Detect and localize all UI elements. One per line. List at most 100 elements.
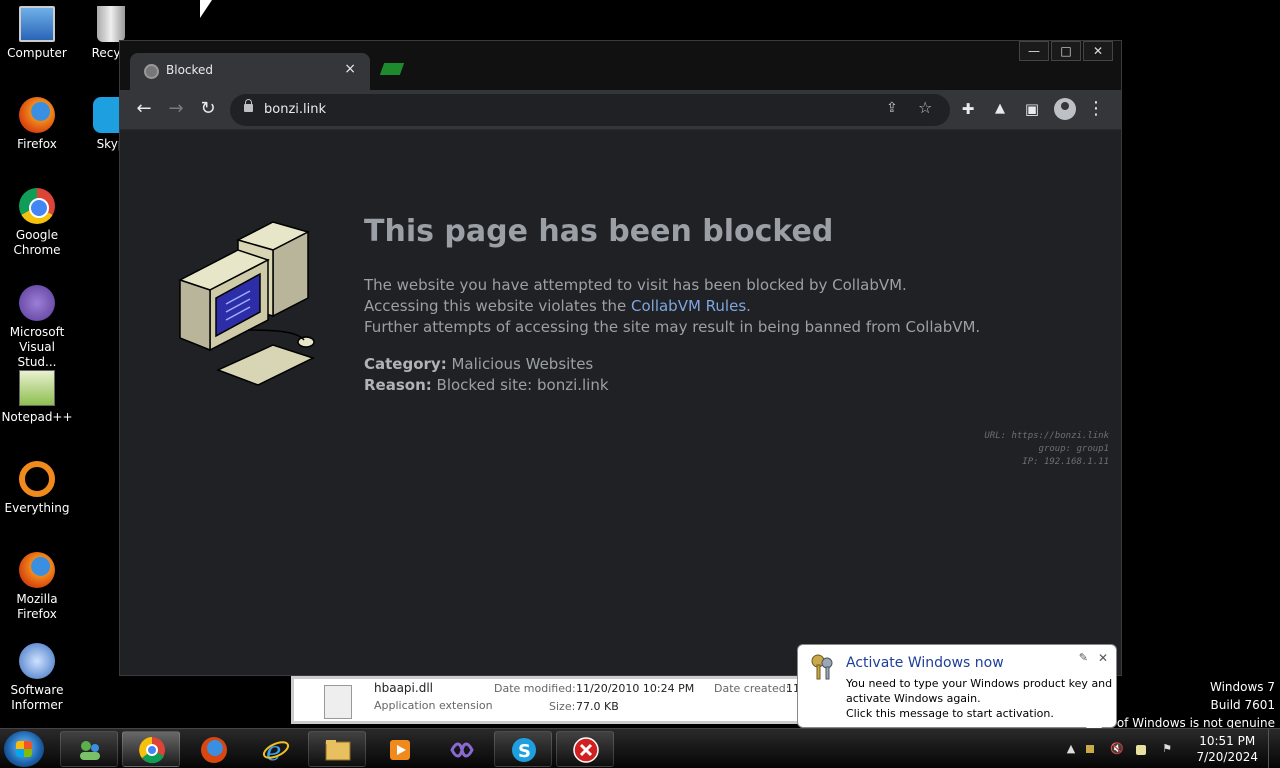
balloon-title: Activate Windows now <box>846 655 1004 671</box>
block-details: Category: Malicious Websites Reason: Blo… <box>364 354 609 396</box>
visual-studio-icon <box>19 285 55 321</box>
url-text: bonzi.link <box>264 102 327 117</box>
debug-url: URL: https://bonzi.link <box>984 431 1109 441</box>
balloon-close-button[interactable]: ✕ <box>1098 651 1108 665</box>
explanation-line-2-text: Accessing this website violates the <box>364 297 631 315</box>
minimize-button[interactable]: — <box>1019 41 1049 61</box>
desktop-icon-label: Firefox <box>17 137 57 151</box>
share-icon[interactable]: ⇪ <box>886 100 898 116</box>
page-title: This page has been blocked <box>364 214 834 249</box>
maximize-button[interactable]: □ <box>1051 41 1081 61</box>
balloon-options-icon[interactable]: ✎ <box>1079 651 1088 664</box>
show-hidden-icons-icon[interactable]: ▲ <box>1064 742 1078 756</box>
volume-muted-icon[interactable]: 🔇 <box>1110 742 1124 756</box>
address-bar[interactable]: bonzi.link ⇪ ☆ <box>230 94 950 126</box>
chrome-icon <box>139 737 165 764</box>
size-value: 77.0 KB <box>576 700 619 713</box>
reason-label: Reason: <box>364 376 432 394</box>
back-button[interactable]: ← <box>132 98 156 122</box>
explanation-line-2: Accessing this website violates the Coll… <box>364 296 980 317</box>
category-row: Category: Malicious Websites <box>364 354 609 375</box>
network-icon[interactable] <box>1136 745 1146 755</box>
window-controls: — □ ✕ <box>1017 41 1113 61</box>
reason-row: Reason: Blocked site: bonzi.link <box>364 375 609 396</box>
explanation-line-2-end: . <box>746 297 751 315</box>
desktop-icon-computer[interactable]: Computer <box>0 6 74 61</box>
tab-close-button[interactable]: × <box>344 61 356 77</box>
watermark-line-1: Windows 7 <box>1209 680 1275 694</box>
close-window-button[interactable]: ✕ <box>1083 41 1113 61</box>
desktop-icon-label: Software Informer <box>10 683 64 712</box>
system-tray: ▲ 🔇 ⚑ 10:51 PM 7/20/2024 <box>1060 729 1280 768</box>
clock-date: 7/20/2024 <box>1196 750 1258 764</box>
desktop-icon-firefox[interactable]: Firefox <box>0 97 74 152</box>
tab-strip: Blocked × — □ ✕ <box>120 41 1121 90</box>
desktop-icon-label: Microsoft Visual Stud... <box>9 325 65 369</box>
balloon-body-line-2: Click this message to start activation. <box>846 707 1054 720</box>
extensions-icon[interactable]: ✚ <box>956 98 980 122</box>
action-center-icon[interactable] <box>1086 745 1094 753</box>
show-desktop-button[interactable] <box>1268 729 1280 768</box>
file-type: Application extension <box>374 699 493 712</box>
keys-icon <box>811 654 833 680</box>
recycle-bin-icon <box>97 6 125 42</box>
desktop-icon-software-informer[interactable]: Software Informer <box>0 643 74 713</box>
desktop-icon-label: Computer <box>7 46 67 60</box>
bookmark-star-icon[interactable]: ☆ <box>918 98 932 117</box>
desktop-icon-visual-studio[interactable]: Microsoft Visual Stud... <box>0 285 74 370</box>
forward-button[interactable]: → <box>164 98 188 122</box>
taskbar-app-firefox[interactable] <box>184 731 242 767</box>
file-name: hbaapi.dll <box>374 681 433 695</box>
debug-info: URL: https://bonzi.link group: group1 IP… <box>984 430 1109 469</box>
desktop-icon-mozilla-firefox[interactable]: Mozilla Firefox <box>0 552 74 622</box>
new-tab-button[interactable] <box>379 63 405 75</box>
taskbar-app-explorer[interactable] <box>308 731 366 767</box>
start-button[interactable] <box>4 731 44 767</box>
explorer-details-pane: hbaapi.dll Application extension Date mo… <box>291 676 811 724</box>
error-icon <box>573 737 599 763</box>
date-created-label: Date created: <box>714 682 790 695</box>
blocked-explanation: The website you have attempted to visit … <box>364 275 980 338</box>
date-modified-label: Date modified: <box>494 682 576 695</box>
taskbar: e S ▲ 🔇 ⚑ 10:51 PM 7/20/2024 <box>0 728 1280 768</box>
desktop-icon-label: Google Chrome <box>13 228 61 257</box>
debug-group: group: group1 <box>1038 444 1109 454</box>
chrome-window: Blocked × — □ ✕ ← → ↻ bonzi.link ⇪ ☆ ✚ ▲… <box>119 40 1122 676</box>
desktop-icon-label: Notepad++ <box>1 410 73 424</box>
explorer-icon <box>325 740 351 761</box>
desktop-icon-label: Mozilla Firefox <box>16 592 58 621</box>
browser-toolbar: ← → ↻ bonzi.link ⇪ ☆ ✚ ▲ ▣ ⋮ <box>120 90 1121 130</box>
taskbar-app-skype[interactable]: S <box>494 731 552 767</box>
activate-windows-balloon[interactable]: Activate Windows now You need to type yo… <box>797 644 1117 739</box>
desktop-icon-google-chrome[interactable]: Google Chrome <box>0 188 74 258</box>
side-panel-icon[interactable]: ▣ <box>1020 98 1044 122</box>
desktop-icon-everything[interactable]: Everything <box>0 461 74 516</box>
lock-icon <box>244 99 253 112</box>
globe-icon <box>144 64 159 79</box>
media-player-icon <box>390 740 410 760</box>
windows-logo-icon <box>16 741 32 757</box>
reload-button[interactable]: ↻ <box>196 98 220 122</box>
explanation-line-3: Further attempts of accessing the site m… <box>364 318 981 336</box>
software-informer-icon <box>19 643 55 679</box>
taskbar-app-visual-studio[interactable] <box>432 731 490 767</box>
vs-icon <box>450 742 474 758</box>
menu-kebab-icon[interactable]: ⋮ <box>1084 98 1108 122</box>
taskbar-app-ie[interactable]: e <box>246 731 304 767</box>
firefox-icon <box>201 737 227 763</box>
taskbar-app-error[interactable] <box>556 731 614 767</box>
tab-blocked[interactable]: Blocked × <box>130 53 370 90</box>
svg-text:S: S <box>518 741 531 762</box>
desktop-icon-notepadpp[interactable]: Notepad++ <box>0 370 74 425</box>
clock[interactable]: 10:51 PM 7/20/2024 <box>1196 733 1258 765</box>
computer-icon <box>19 6 55 42</box>
collabvm-rules-link[interactable]: CollabVM Rules <box>631 297 746 315</box>
taskbar-app-people[interactable] <box>60 731 118 767</box>
labs-flask-icon[interactable]: ▲ <box>988 98 1012 122</box>
taskbar-app-media[interactable] <box>370 731 428 767</box>
mouse-cursor <box>200 0 212 18</box>
action-flag-icon[interactable]: ⚑ <box>1160 742 1174 756</box>
taskbar-app-chrome[interactable] <box>122 731 180 767</box>
computer-illustration-icon <box>178 221 315 386</box>
profile-avatar-icon[interactable] <box>1054 98 1076 120</box>
